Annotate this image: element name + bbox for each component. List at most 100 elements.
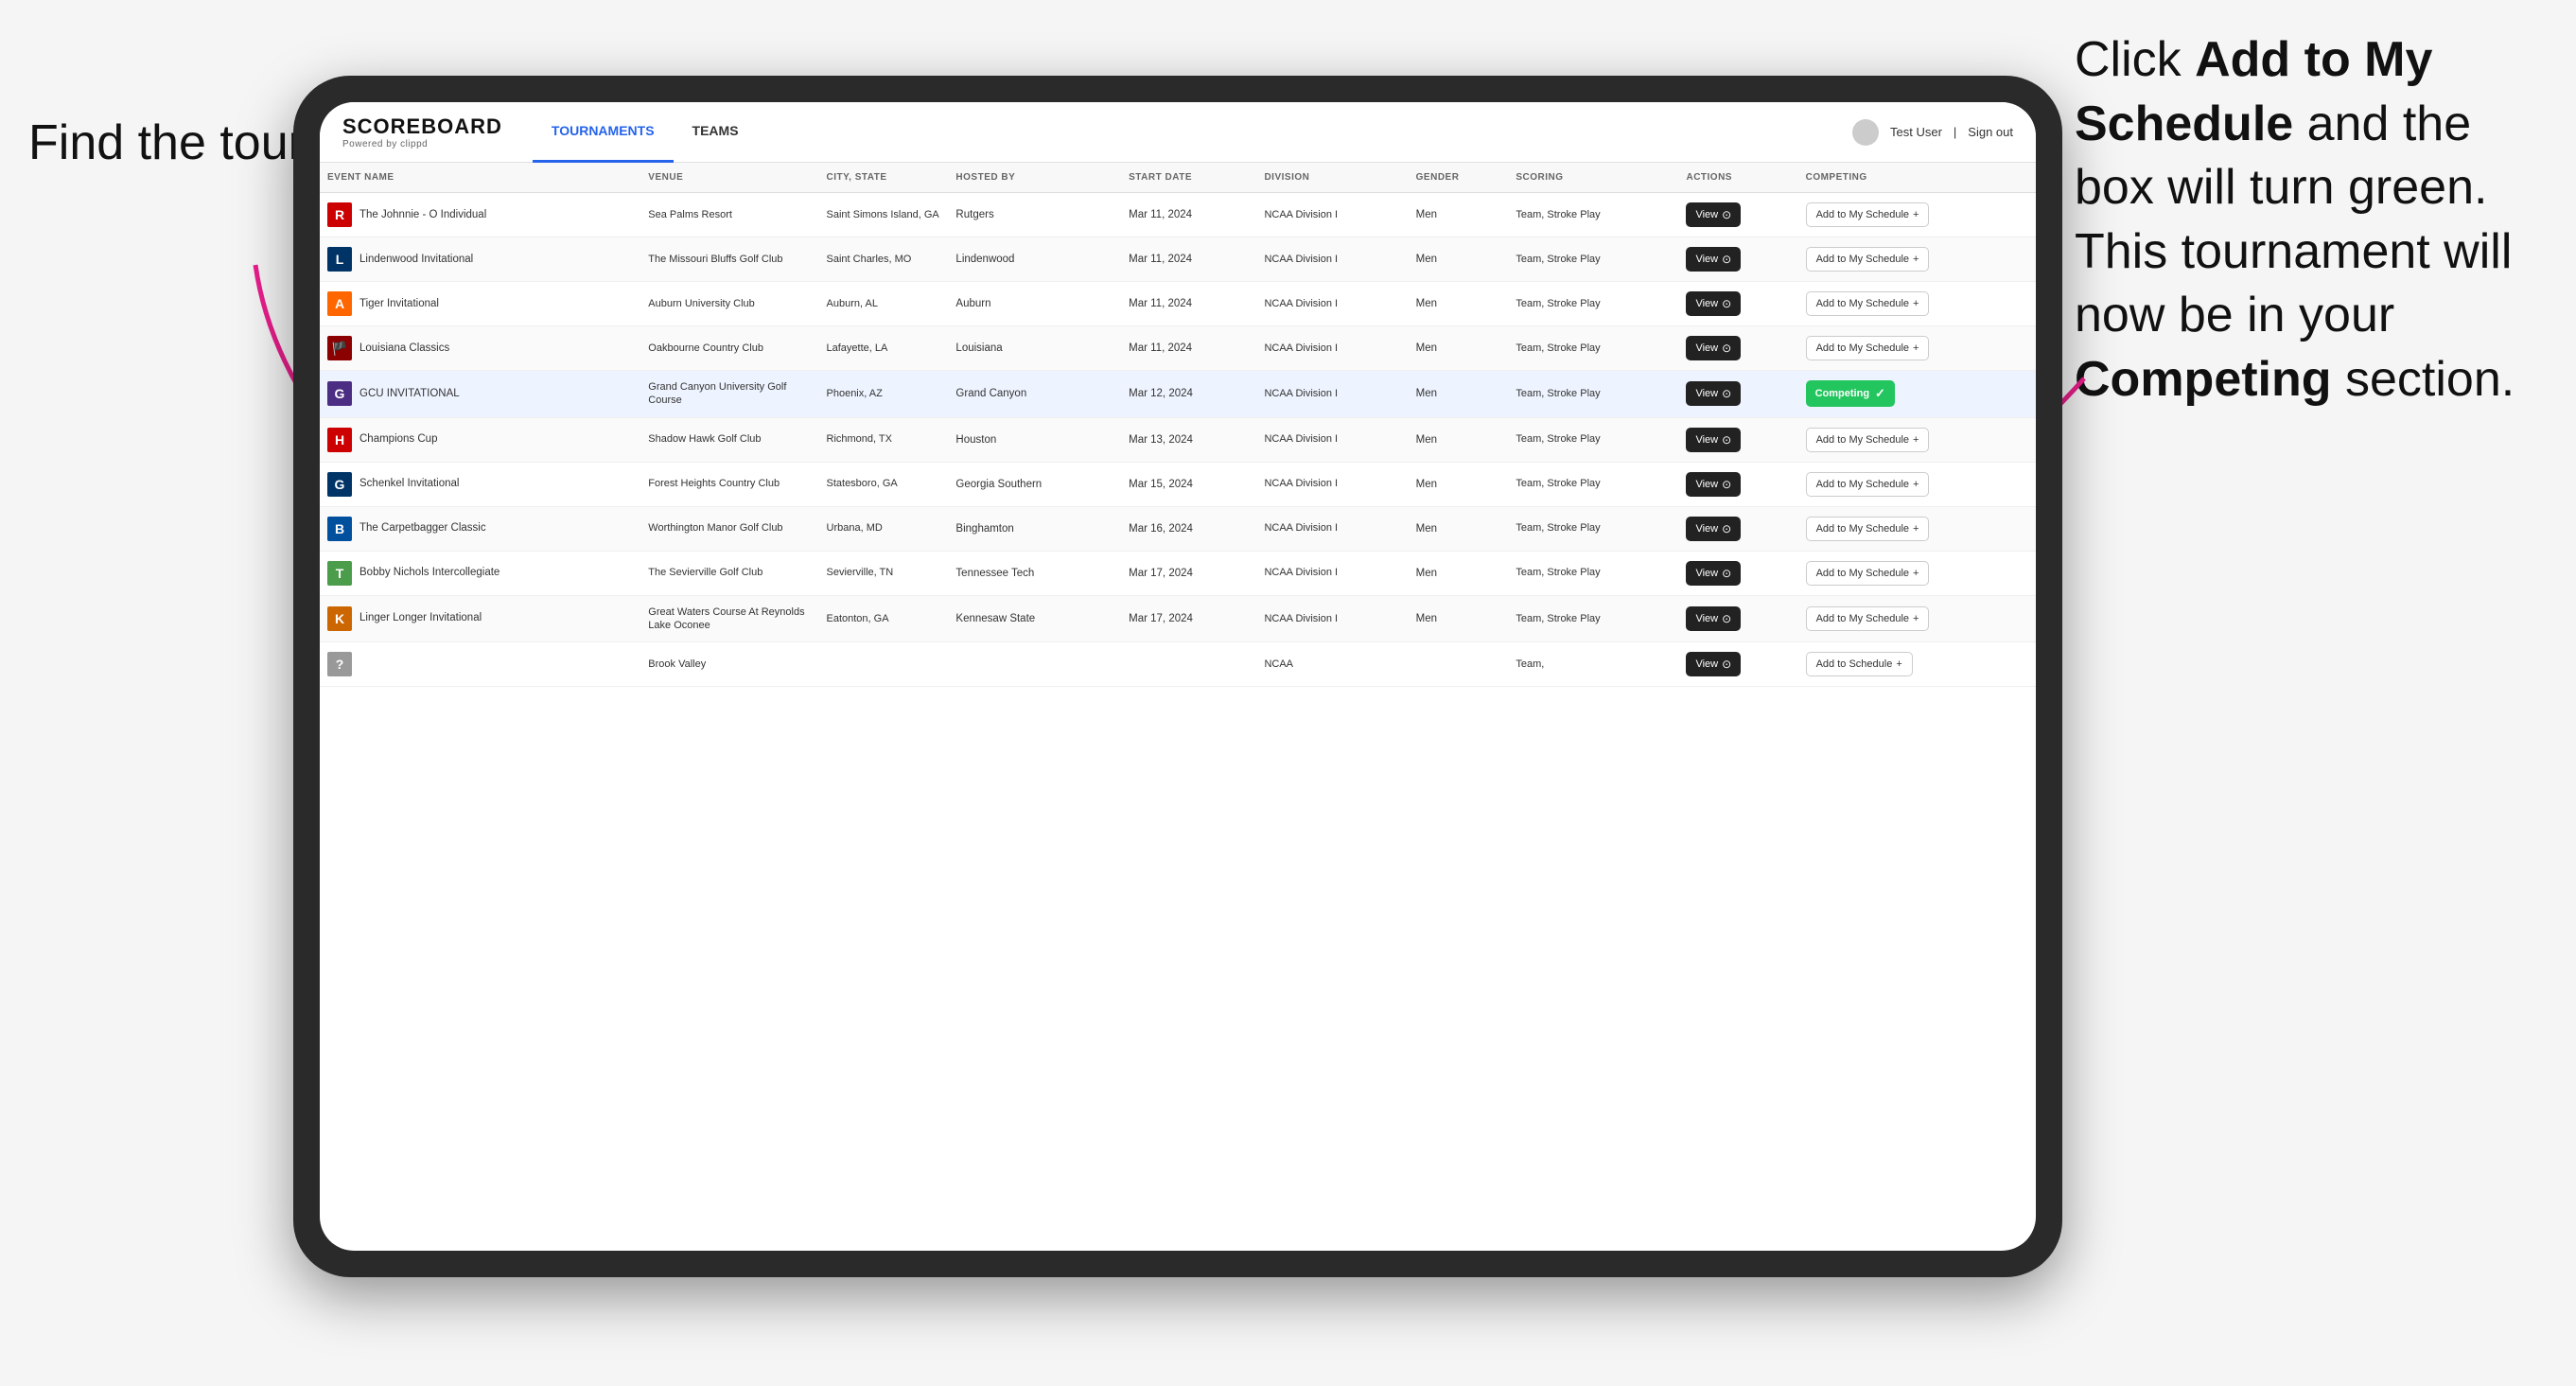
scoring-cell: Team, Stroke Play	[1508, 417, 1678, 462]
city-cell: Urbana, MD	[819, 506, 949, 551]
check-icon: ✓	[1875, 386, 1885, 401]
actions-cell: View ⊙	[1678, 193, 1797, 237]
add-schedule-button[interactable]: Add to My Schedule +	[1806, 202, 1930, 227]
view-button[interactable]: View ⊙	[1686, 561, 1741, 586]
team-logo: G	[327, 381, 352, 406]
nav-tournaments[interactable]: TOURNAMENTS	[533, 102, 674, 163]
gender-cell: Men	[1409, 193, 1509, 237]
plus-icon: +	[1896, 658, 1901, 670]
event-name-text: Tiger Invitational	[359, 297, 439, 311]
col-city-state: CITY, STATE	[819, 163, 949, 193]
scoring-cell: Team, Stroke Play	[1508, 506, 1678, 551]
view-button[interactable]: View ⊙	[1686, 247, 1741, 272]
division-cell: NCAA Division I	[1256, 193, 1408, 237]
start-date-cell: Mar 13, 2024	[1121, 417, 1256, 462]
hosted-by-cell: Lindenwood	[948, 237, 1121, 282]
hosted-by-cell: Tennessee Tech	[948, 551, 1121, 595]
add-schedule-button[interactable]: Add to My Schedule +	[1806, 606, 1930, 631]
team-logo: H	[327, 428, 352, 452]
gender-cell: Men	[1409, 551, 1509, 595]
hosted-by-cell: Rutgers	[948, 193, 1121, 237]
division-cell: NCAA Division I	[1256, 551, 1408, 595]
event-name-cell: G GCU INVITATIONAL	[320, 371, 640, 418]
add-schedule-button[interactable]: Add to My Schedule +	[1806, 291, 1930, 316]
logo-text: SCOREBOARD	[342, 114, 502, 139]
add-schedule-button[interactable]: Add to My Schedule +	[1806, 336, 1930, 360]
col-scoring: SCORING	[1508, 163, 1678, 193]
event-name-text: Louisiana Classics	[359, 342, 449, 356]
view-button[interactable]: View ⊙	[1686, 472, 1741, 497]
view-icon: ⊙	[1722, 208, 1731, 221]
logo-area: SCOREBOARD Powered by clippd	[342, 114, 502, 149]
view-button-text: View	[1695, 434, 1718, 446]
venue-cell: Sea Palms Resort	[640, 193, 818, 237]
add-schedule-button[interactable]: Add to My Schedule +	[1806, 517, 1930, 541]
add-schedule-button[interactable]: Add to My Schedule +	[1806, 472, 1930, 497]
venue-cell: Auburn University Club	[640, 282, 818, 326]
venue-cell: Great Waters Course At Reynolds Lake Oco…	[640, 595, 818, 642]
city-cell: Statesboro, GA	[819, 462, 949, 506]
add-schedule-label: Add to My Schedule	[1816, 568, 1909, 579]
add-schedule-label: Add to My Schedule	[1816, 298, 1909, 309]
view-icon: ⊙	[1722, 387, 1731, 400]
event-name-text: GCU INVITATIONAL	[359, 387, 460, 401]
add-schedule-button[interactable]: Add to My Schedule +	[1806, 428, 1930, 452]
venue-cell: The Missouri Bluffs Golf Club	[640, 237, 818, 282]
hosted-by-cell	[948, 642, 1121, 687]
division-cell: NCAA Division I	[1256, 506, 1408, 551]
view-icon: ⊙	[1722, 253, 1731, 266]
actions-cell: View ⊙	[1678, 595, 1797, 642]
gender-cell: Men	[1409, 326, 1509, 371]
navbar: SCOREBOARD Powered by clippd TOURNAMENTS…	[320, 102, 2036, 163]
city-cell: Saint Simons Island, GA	[819, 193, 949, 237]
add-schedule-button[interactable]: Add to Schedule +	[1806, 652, 1913, 676]
gender-cell: Men	[1409, 462, 1509, 506]
start-date-cell: Mar 15, 2024	[1121, 462, 1256, 506]
gender-cell: Men	[1409, 237, 1509, 282]
event-name-text: Champions Cup	[359, 432, 437, 447]
division-cell: NCAA Division I	[1256, 371, 1408, 418]
team-logo: K	[327, 606, 352, 631]
col-gender: GENDER	[1409, 163, 1509, 193]
competing-cell: Add to My Schedule +	[1798, 326, 2036, 371]
competing-cell: Competing ✓	[1798, 371, 2036, 418]
col-competing: COMPETING	[1798, 163, 2036, 193]
view-button-text: View	[1695, 209, 1718, 220]
hosted-by-cell: Auburn	[948, 282, 1121, 326]
division-cell: NCAA Division I	[1256, 282, 1408, 326]
view-button[interactable]: View ⊙	[1686, 517, 1741, 541]
logo-sub: Powered by clippd	[342, 139, 502, 149]
city-cell: Richmond, TX	[819, 417, 949, 462]
competing-cell: Add to My Schedule +	[1798, 417, 2036, 462]
view-button-text: View	[1695, 388, 1718, 399]
team-logo: T	[327, 561, 352, 586]
gender-cell: Men	[1409, 417, 1509, 462]
view-button[interactable]: View ⊙	[1686, 606, 1741, 631]
nav-links: TOURNAMENTS TEAMS	[533, 102, 1852, 163]
view-button[interactable]: View ⊙	[1686, 428, 1741, 452]
table-container: EVENT NAME VENUE CITY, STATE HOSTED BY S…	[320, 163, 2036, 1251]
view-button[interactable]: View ⊙	[1686, 202, 1741, 227]
competing-cell: Add to My Schedule +	[1798, 237, 2036, 282]
scoring-cell: Team, Stroke Play	[1508, 371, 1678, 418]
view-button[interactable]: View ⊙	[1686, 652, 1741, 676]
sign-out-link[interactable]: Sign out	[1968, 125, 2013, 139]
division-cell: NCAA Division I	[1256, 595, 1408, 642]
competing-cell: Add to My Schedule +	[1798, 282, 2036, 326]
col-actions: ACTIONS	[1678, 163, 1797, 193]
actions-cell: View ⊙	[1678, 462, 1797, 506]
view-button[interactable]: View ⊙	[1686, 336, 1741, 360]
view-button[interactable]: View ⊙	[1686, 381, 1741, 406]
team-logo: ?	[327, 652, 352, 676]
actions-cell: View ⊙	[1678, 506, 1797, 551]
plus-icon: +	[1913, 254, 1919, 265]
add-schedule-button[interactable]: Add to My Schedule +	[1806, 561, 1930, 586]
nav-teams[interactable]: TEAMS	[674, 102, 758, 163]
competing-button[interactable]: Competing ✓	[1806, 380, 1895, 407]
view-button[interactable]: View ⊙	[1686, 291, 1741, 316]
add-schedule-button[interactable]: Add to My Schedule +	[1806, 247, 1930, 272]
team-logo: R	[327, 202, 352, 227]
actions-cell: View ⊙	[1678, 551, 1797, 595]
view-button-text: View	[1695, 523, 1718, 535]
event-name-cell: L Lindenwood Invitational	[320, 237, 640, 282]
